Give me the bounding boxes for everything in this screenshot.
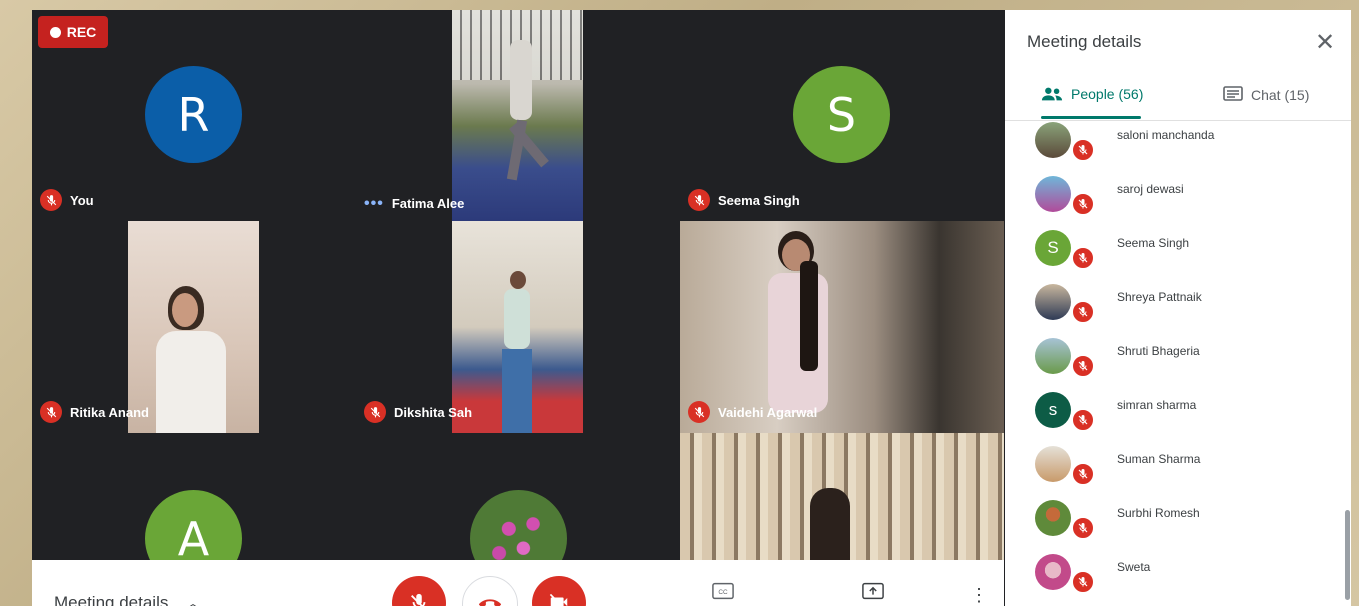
hang-up-icon xyxy=(479,599,501,606)
panel-title: Meeting details xyxy=(1027,32,1142,51)
tile-name-label: ••• Fatima Alee xyxy=(364,194,465,212)
more-options-icon[interactable]: ⋮ xyxy=(970,586,988,604)
recording-label: REC xyxy=(66,24,97,40)
participant-name: Shreya Pattnaik xyxy=(1117,290,1202,304)
mic-off-icon xyxy=(688,401,710,423)
avatar: A xyxy=(145,490,242,560)
tab-people[interactable]: People (56) xyxy=(1041,86,1143,102)
mic-off-icon xyxy=(40,401,62,423)
participant-tile-dikshita[interactable]: Dikshita Sah xyxy=(356,221,680,433)
mic-off-icon xyxy=(364,401,386,423)
mic-off-icon xyxy=(40,189,62,211)
mic-off-icon xyxy=(1071,300,1095,324)
participant-name: Seema Singh xyxy=(718,192,800,208)
participant-name: Fatima Alee xyxy=(391,196,465,211)
recording-badge: REC xyxy=(38,16,108,48)
end-call-button[interactable] xyxy=(462,576,518,606)
video-feed xyxy=(680,433,1004,560)
tile-name-label: Vaidehi Agarwal xyxy=(688,401,817,423)
bottom-control-bar: Meeting details ︿ CC ⋮ xyxy=(32,560,1004,606)
mic-off-icon xyxy=(1071,192,1095,216)
participant-tile-fatima[interactable]: ••• Fatima Alee xyxy=(356,10,680,221)
video-grid: REC R You ••• Fatima Alee S Seema Singh … xyxy=(32,10,1004,560)
meet-window: REC R You ••• Fatima Alee S Seema Singh … xyxy=(32,10,1351,606)
participant-name: Vaidehi Agarwal xyxy=(718,404,818,420)
participant-name: simran sharma xyxy=(1117,398,1197,412)
participant-name: Surbhi Romesh xyxy=(1117,506,1200,520)
camera-off-icon xyxy=(549,593,568,606)
avatar xyxy=(470,490,567,560)
participant-name: Seema Singh xyxy=(1117,236,1190,250)
participant-tile-curtain[interactable] xyxy=(680,433,1004,560)
mic-off-icon xyxy=(1071,354,1095,378)
svg-text:CC: CC xyxy=(718,589,728,596)
participant-name: Shruti Bhageria xyxy=(1117,344,1200,358)
participant-name: saloni manchanda xyxy=(1117,128,1215,142)
avatar xyxy=(1035,284,1071,320)
active-tab-indicator xyxy=(1041,116,1141,119)
tab-chat-label: Chat (15) xyxy=(1251,87,1310,103)
mic-off-icon xyxy=(1071,462,1095,486)
participant-tile-seema[interactable]: S Seema Singh xyxy=(680,10,1004,221)
video-feed xyxy=(452,10,583,221)
list-item[interactable]: Surbhi Romesh xyxy=(1035,500,1335,540)
participant-tile-a[interactable]: A xyxy=(32,433,356,560)
list-item[interactable]: Suman Sharma xyxy=(1035,446,1335,486)
participant-name: Sweta xyxy=(1117,560,1151,574)
people-icon xyxy=(1041,87,1063,101)
avatar: S xyxy=(1035,230,1071,266)
mic-off-icon xyxy=(411,593,426,606)
participant-name: Ritika Anand xyxy=(70,404,149,420)
list-item[interactable]: Shruti Bhageria xyxy=(1035,338,1335,378)
participant-tile-you[interactable]: REC R You xyxy=(32,10,356,221)
mic-off-icon xyxy=(1071,246,1095,270)
list-item[interactable]: Shreya Pattnaik xyxy=(1035,284,1335,324)
mic-off-icon xyxy=(1071,408,1095,432)
avatar xyxy=(1035,500,1071,536)
record-dot-icon xyxy=(49,26,61,38)
participant-name: saroj dewasi xyxy=(1117,182,1184,196)
participant-name: Suman Sharma xyxy=(1117,452,1201,466)
avatar xyxy=(1035,338,1071,374)
participant-name: You xyxy=(70,192,94,208)
list-item[interactable]: Sweta xyxy=(1035,554,1335,594)
people-list: saloni manchanda saroj dewasi S Seema Si… xyxy=(1005,120,1351,606)
participant-name: Dikshita Sah xyxy=(394,404,473,420)
more-dots-icon: ••• xyxy=(364,194,384,212)
list-item[interactable]: S Seema Singh xyxy=(1035,230,1335,270)
mic-toggle-button[interactable] xyxy=(392,576,446,606)
chevron-up-icon[interactable]: ︿ xyxy=(186,593,200,606)
mic-off-icon xyxy=(1071,516,1095,540)
meeting-details-button[interactable]: Meeting details xyxy=(54,593,168,606)
tile-name-label: Ritika Anand xyxy=(40,401,149,423)
avatar xyxy=(1035,122,1071,158)
avatar xyxy=(1035,446,1071,482)
avatar xyxy=(1035,176,1071,212)
list-item[interactable]: saroj dewasi xyxy=(1035,176,1335,216)
list-item[interactable]: saloni manchanda xyxy=(1035,122,1335,162)
participant-tile-flower[interactable] xyxy=(356,433,680,560)
tile-name-label: Seema Singh xyxy=(688,189,800,211)
mic-off-icon xyxy=(1071,570,1095,594)
scrollbar[interactable] xyxy=(1345,510,1350,600)
present-screen-icon[interactable] xyxy=(862,582,884,600)
captions-icon[interactable]: CC xyxy=(712,582,734,600)
participant-tile-vaidehi[interactable]: Vaidehi Agarwal xyxy=(680,221,1004,433)
avatar: S xyxy=(793,66,890,163)
mic-off-icon xyxy=(688,189,710,211)
tab-people-label: People (56) xyxy=(1071,86,1144,102)
tile-name-label: You xyxy=(40,189,94,211)
close-icon[interactable]: ✕ xyxy=(1315,28,1335,57)
avatar: R xyxy=(145,66,242,163)
camera-toggle-button[interactable] xyxy=(532,576,586,606)
meeting-details-panel: Meeting details ✕ People (56) Chat (15) xyxy=(1005,10,1351,606)
avatar: s xyxy=(1035,392,1071,428)
participant-tile-ritika[interactable]: Ritika Anand xyxy=(32,221,356,433)
chat-icon xyxy=(1223,86,1243,101)
mic-off-icon xyxy=(1071,138,1095,162)
avatar xyxy=(1035,554,1071,590)
tile-name-label: Dikshita Sah xyxy=(364,401,472,423)
list-item[interactable]: s simran sharma xyxy=(1035,392,1335,432)
tab-chat[interactable]: Chat (15) xyxy=(1223,86,1309,104)
